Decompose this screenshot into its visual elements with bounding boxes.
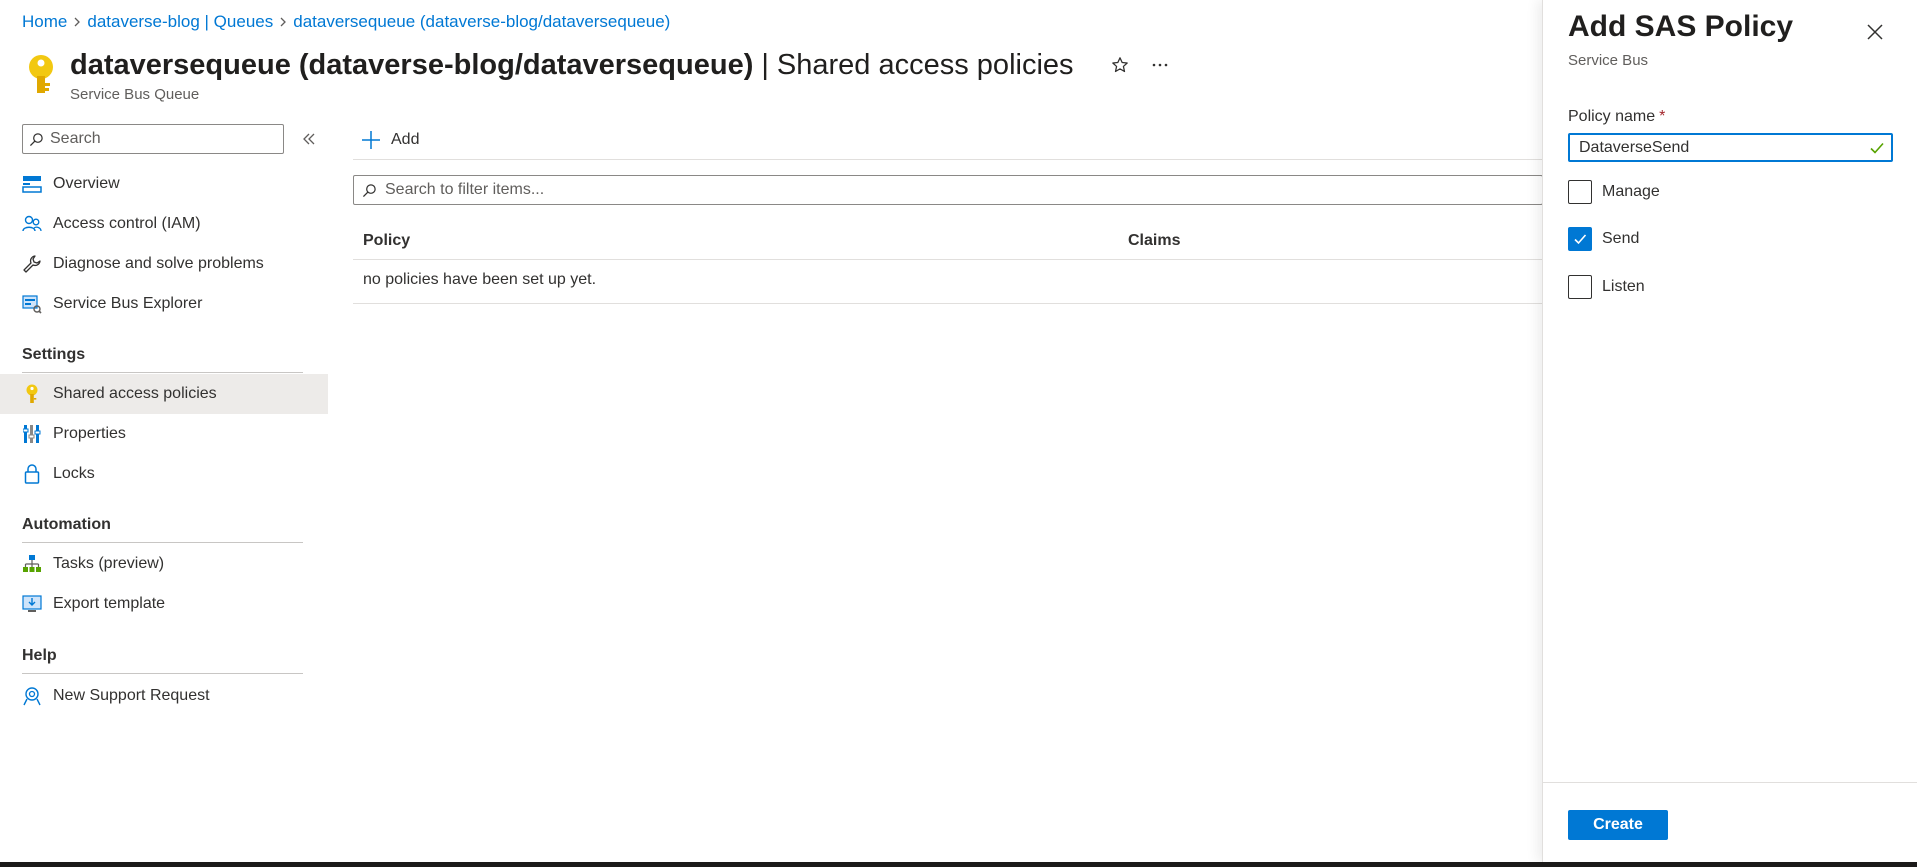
column-header-policy[interactable]: Policy bbox=[363, 232, 410, 250]
title-row: dataversequeue (dataverse-blog/dataverse… bbox=[70, 48, 1180, 82]
more-icon[interactable] bbox=[1140, 49, 1180, 81]
create-button[interactable]: Create bbox=[1568, 810, 1668, 840]
table-header: Policy Claims bbox=[353, 220, 1543, 260]
breadcrumb: Home dataverse-blog | Queues dataversequ… bbox=[22, 12, 670, 32]
breadcrumb-queues[interactable]: dataverse-blog | Queues bbox=[87, 12, 273, 32]
sidebar-search bbox=[22, 124, 284, 154]
sidebar-item-label: Shared access policies bbox=[53, 385, 217, 402]
sidebar-item-label: Tasks (preview) bbox=[53, 555, 165, 572]
wrench-icon bbox=[22, 254, 42, 274]
add-button[interactable]: Add bbox=[361, 126, 419, 154]
policy-name-label-text: Policy name bbox=[1568, 108, 1656, 125]
breadcrumb-home[interactable]: Home bbox=[22, 12, 67, 32]
bottom-bar bbox=[0, 862, 1917, 867]
search-icon bbox=[29, 132, 43, 146]
sidebar-item-label: Overview bbox=[53, 175, 120, 192]
empty-message: no policies have been set up yet. bbox=[363, 271, 597, 288]
toolbar: Add bbox=[353, 120, 1543, 160]
chevron-right-icon bbox=[67, 17, 87, 27]
policy-name-field bbox=[1568, 133, 1893, 162]
sidebar-item-label: Properties bbox=[53, 425, 126, 442]
sidebar-item-locks[interactable]: Locks bbox=[0, 454, 328, 494]
sidebar-section-help: Help bbox=[22, 647, 303, 674]
sidebar-item-properties[interactable]: Properties bbox=[0, 414, 328, 454]
sidebar-section-settings: Settings bbox=[22, 346, 303, 373]
panel-subtitle: Service Bus bbox=[1568, 52, 1649, 69]
table-row: no policies have been set up yet. bbox=[353, 260, 1543, 304]
lock-icon bbox=[22, 464, 42, 484]
send-checkbox-row[interactable]: Send bbox=[1568, 227, 1639, 251]
collapse-sidebar-icon[interactable] bbox=[298, 128, 320, 150]
add-button-label: Add bbox=[391, 131, 420, 148]
checkmark-icon bbox=[1574, 234, 1587, 245]
sidebar-item-label: Export template bbox=[53, 595, 166, 612]
add-sas-policy-panel: Add SAS Policy Service Bus Policy name * … bbox=[1542, 0, 1917, 862]
key-icon bbox=[29, 55, 53, 93]
policies-table: Policy Claims no policies have been set … bbox=[353, 220, 1543, 304]
filter-input[interactable] bbox=[385, 181, 1485, 199]
explorer-icon bbox=[22, 294, 42, 314]
page-subtitle: Service Bus Queue bbox=[70, 86, 200, 103]
sidebar-item-overview[interactable]: Overview bbox=[0, 164, 328, 204]
tasks-icon bbox=[22, 554, 42, 574]
sidebar-item-diagnose[interactable]: Diagnose and solve problems bbox=[0, 244, 328, 284]
panel-footer: Create bbox=[1543, 782, 1917, 862]
manage-checkbox-label: Manage bbox=[1602, 183, 1660, 200]
page-title: dataversequeue (dataverse-blog/dataverse… bbox=[70, 48, 754, 81]
send-checkbox-label: Send bbox=[1602, 230, 1640, 247]
chevron-right-icon bbox=[273, 17, 293, 27]
breadcrumb-queue[interactable]: dataversequeue (dataverse-blog/dataverse… bbox=[293, 12, 670, 32]
sidebar: Overview Access control (IAM) Diagnose a… bbox=[0, 120, 328, 740]
page-section-title: Shared access policies bbox=[776, 48, 1074, 81]
export-template-icon bbox=[22, 594, 42, 614]
title-actions bbox=[1100, 49, 1180, 81]
support-icon bbox=[22, 686, 42, 706]
sidebar-item-export-template[interactable]: Export template bbox=[0, 584, 328, 624]
sidebar-item-tasks[interactable]: Tasks (preview) bbox=[0, 544, 328, 584]
listen-checkbox-row[interactable]: Listen bbox=[1568, 275, 1645, 299]
title-separator: | bbox=[761, 48, 769, 81]
policy-name-input[interactable] bbox=[1579, 138, 1859, 157]
listen-checkbox[interactable] bbox=[1568, 275, 1592, 299]
properties-icon bbox=[22, 424, 42, 444]
policy-name-label: Policy name * bbox=[1568, 108, 1665, 126]
column-header-claims[interactable]: Claims bbox=[1128, 232, 1180, 250]
listen-checkbox-label: Listen bbox=[1602, 278, 1645, 295]
search-icon bbox=[362, 183, 376, 197]
people-icon bbox=[22, 214, 42, 234]
plus-icon bbox=[362, 131, 380, 149]
overview-icon bbox=[22, 174, 42, 194]
send-checkbox[interactable] bbox=[1568, 227, 1592, 251]
sidebar-item-service-bus-explorer[interactable]: Service Bus Explorer bbox=[0, 284, 328, 324]
close-icon[interactable] bbox=[1859, 16, 1891, 48]
filter-box bbox=[353, 175, 1543, 205]
required-marker: * bbox=[1659, 108, 1666, 125]
sidebar-item-label: Access control (IAM) bbox=[53, 215, 201, 232]
checkmark-icon bbox=[1870, 142, 1884, 154]
sidebar-section-automation: Automation bbox=[22, 516, 303, 543]
sidebar-item-label: New Support Request bbox=[53, 687, 210, 704]
panel-title: Add SAS Policy bbox=[1568, 10, 1794, 43]
sidebar-item-label: Service Bus Explorer bbox=[53, 295, 203, 312]
sidebar-item-access-control[interactable]: Access control (IAM) bbox=[0, 204, 328, 244]
manage-checkbox[interactable] bbox=[1568, 180, 1592, 204]
manage-checkbox-row[interactable]: Manage bbox=[1568, 180, 1660, 204]
star-icon[interactable] bbox=[1100, 49, 1140, 81]
sidebar-search-input[interactable] bbox=[50, 130, 270, 148]
sidebar-item-label: Locks bbox=[53, 465, 95, 482]
key-icon bbox=[22, 384, 42, 404]
sidebar-item-shared-access-policies[interactable]: Shared access policies bbox=[0, 374, 328, 414]
sidebar-item-new-support-request[interactable]: New Support Request bbox=[0, 676, 328, 716]
page-header: dataversequeue (dataverse-blog/dataverse… bbox=[22, 48, 1522, 108]
sidebar-item-label: Diagnose and solve problems bbox=[53, 255, 264, 272]
